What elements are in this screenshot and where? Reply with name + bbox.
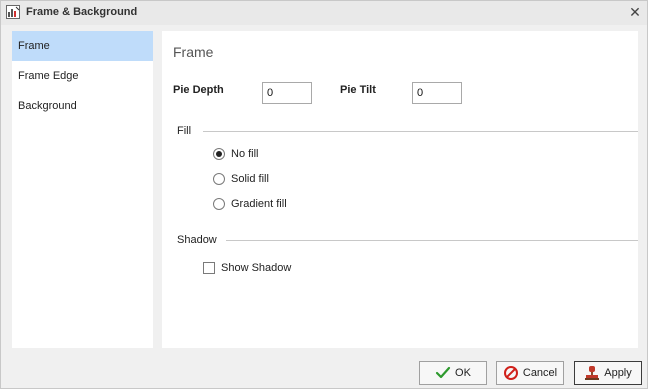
chart-icon <box>6 5 20 19</box>
show-shadow-checkbox[interactable]: Show Shadow <box>203 262 291 274</box>
nav-item-background[interactable]: Background <box>12 91 153 121</box>
show-shadow-label: Show Shadow <box>221 262 292 274</box>
pie-depth-label: Pie Depth <box>173 84 224 96</box>
shadow-group-label: Shadow <box>177 234 217 246</box>
cancel-label: Cancel <box>522 367 558 379</box>
radio-checked-icon <box>213 148 225 160</box>
cancel-button[interactable]: Cancel <box>496 361 564 385</box>
cancel-icon <box>503 365 519 381</box>
dialog-title: Frame & Background <box>26 6 138 18</box>
pie-tilt-input[interactable] <box>412 82 462 104</box>
radio-unchecked-icon <box>213 173 225 185</box>
category-nav: Frame Frame Edge Background <box>12 31 153 348</box>
shadow-divider <box>226 240 638 241</box>
solid-fill-label: Solid fill <box>231 173 269 185</box>
fill-group-label: Fill <box>177 125 192 137</box>
section-heading: Frame <box>173 44 214 60</box>
pie-depth-input[interactable] <box>262 82 312 104</box>
fill-divider <box>203 131 638 132</box>
close-icon: ✕ <box>629 3 641 20</box>
close-button[interactable]: ✕ <box>627 4 643 20</box>
gradient-fill-radio[interactable]: Gradient fill <box>213 198 287 210</box>
solid-fill-radio[interactable]: Solid fill <box>213 173 269 185</box>
no-fill-label: No fill <box>231 148 259 160</box>
radio-unchecked-icon <box>213 198 225 210</box>
frame-settings-panel: Frame Pie Depth Pie Tilt Fill No fill So… <box>162 31 638 348</box>
ok-button[interactable]: OK <box>419 361 487 385</box>
nav-item-frame[interactable]: Frame <box>12 31 153 61</box>
no-fill-radio[interactable]: No fill <box>213 148 259 160</box>
frame-background-dialog: Frame & Background ✕ Frame Frame Edge Ba… <box>0 0 648 389</box>
gradient-fill-label: Gradient fill <box>231 198 287 210</box>
ok-label: OK <box>455 367 471 379</box>
title-bar: Frame & Background ✕ <box>1 1 647 25</box>
apply-button[interactable]: Apply <box>574 361 642 385</box>
nav-item-frame-edge[interactable]: Frame Edge <box>12 61 153 91</box>
pie-tilt-label: Pie Tilt <box>340 84 376 96</box>
checkbox-unchecked-icon <box>203 262 215 274</box>
apply-label: Apply <box>604 367 632 379</box>
checkmark-icon <box>435 365 451 381</box>
stamp-icon <box>584 365 600 381</box>
